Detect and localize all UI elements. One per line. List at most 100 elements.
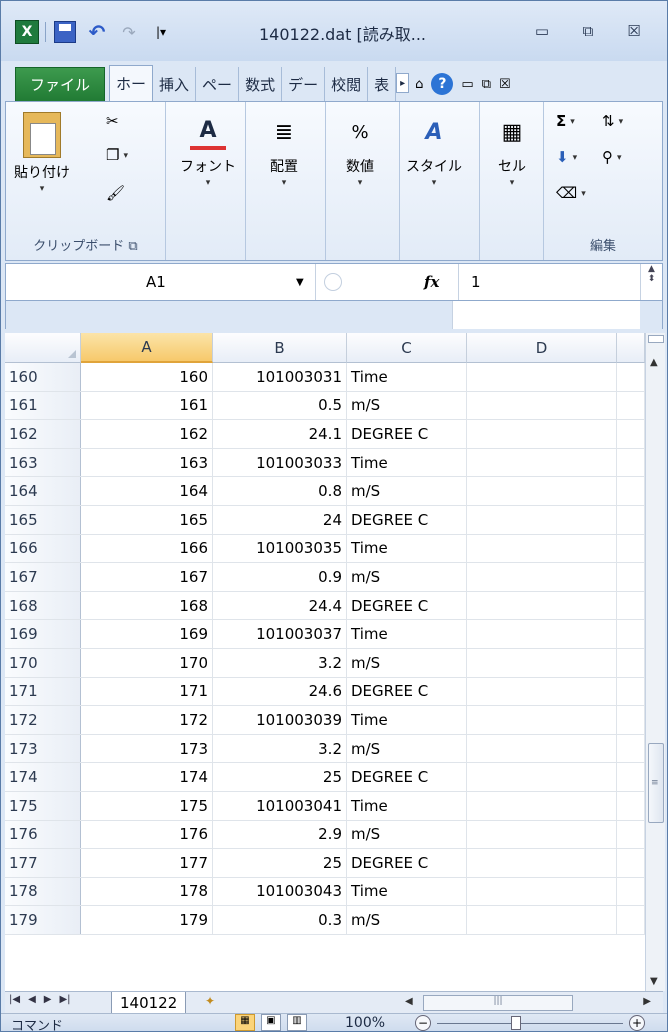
cell-b[interactable]: 2.9 bbox=[213, 820, 347, 849]
cell-e[interactable] bbox=[617, 420, 645, 448]
cell-c[interactable]: DEGREE C bbox=[347, 591, 467, 620]
row-header[interactable]: 163 bbox=[5, 448, 81, 477]
save-button[interactable] bbox=[52, 19, 78, 45]
zoom-out-icon[interactable]: − bbox=[415, 1015, 431, 1031]
cell-d[interactable] bbox=[467, 906, 617, 934]
cell-c[interactable]: DEGREE C bbox=[347, 505, 467, 534]
tabs-more-arrow-icon[interactable]: ▸ bbox=[396, 73, 410, 93]
cell-e[interactable] bbox=[617, 877, 645, 906]
row-header[interactable]: 160 bbox=[5, 363, 81, 391]
cell-e[interactable] bbox=[617, 791, 645, 820]
cell-c[interactable]: DEGREE C bbox=[347, 677, 467, 706]
cell-b[interactable]: 101003039 bbox=[213, 706, 347, 734]
cell-d[interactable] bbox=[467, 563, 617, 591]
cell-d[interactable] bbox=[467, 448, 617, 477]
cell-a[interactable]: 170 bbox=[81, 648, 213, 677]
cell-a[interactable]: 179 bbox=[81, 906, 213, 934]
cell-b[interactable]: 3.2 bbox=[213, 734, 347, 763]
tab-file[interactable]: ファイル bbox=[15, 67, 106, 101]
column-header-c[interactable]: C bbox=[347, 333, 467, 363]
cell-d[interactable] bbox=[467, 363, 617, 391]
row-header[interactable]: 162 bbox=[5, 420, 81, 448]
paste-dropdown-icon[interactable]: ▾ bbox=[40, 184, 45, 194]
cell-c[interactable]: m/S bbox=[347, 477, 467, 505]
tab-review[interactable]: 校閲 bbox=[325, 67, 369, 101]
cell-a[interactable]: 161 bbox=[81, 391, 213, 420]
name-box[interactable]: A1 ▼ bbox=[6, 264, 316, 300]
cell-c[interactable]: DEGREE C bbox=[347, 849, 467, 877]
cell-e[interactable] bbox=[617, 906, 645, 934]
ribbon-minimize-icon[interactable]: ▭ bbox=[461, 77, 473, 92]
cell-c[interactable]: m/S bbox=[347, 820, 467, 849]
row-header[interactable]: 179 bbox=[5, 906, 81, 934]
cell-c[interactable]: m/S bbox=[347, 648, 467, 677]
row-header[interactable]: 168 bbox=[5, 591, 81, 620]
formula-scroll-spin-icon[interactable]: ⬍ bbox=[648, 274, 656, 284]
split-box-icon[interactable] bbox=[648, 335, 664, 343]
formula-scroll-up-icon[interactable]: ▲ bbox=[648, 264, 655, 274]
tab-formulas[interactable]: 数式 bbox=[239, 67, 283, 101]
tab-data[interactable]: デー bbox=[282, 67, 326, 101]
name-box-dropdown-icon[interactable]: ▼ bbox=[296, 277, 304, 288]
zoom-knob[interactable] bbox=[511, 1016, 521, 1030]
vertical-scrollbar[interactable]: ▲ ≡ ▼ bbox=[645, 333, 665, 991]
cell-c[interactable]: DEGREE C bbox=[347, 420, 467, 448]
cell-d[interactable] bbox=[467, 534, 617, 563]
prev-sheet-icon[interactable]: ◀ bbox=[28, 994, 36, 1005]
row-header[interactable]: 175 bbox=[5, 791, 81, 820]
cell-d[interactable] bbox=[467, 706, 617, 734]
cell-d[interactable] bbox=[467, 791, 617, 820]
styles-button[interactable]: A スタイル ▾ bbox=[406, 114, 462, 189]
cell-a[interactable]: 163 bbox=[81, 448, 213, 477]
copy-button[interactable]: ❐ ▾ bbox=[106, 146, 128, 164]
cell-e[interactable] bbox=[617, 734, 645, 763]
tab-home[interactable]: ホー bbox=[109, 65, 154, 101]
cell-e[interactable] bbox=[617, 677, 645, 706]
zoom-level[interactable]: 100% bbox=[345, 1015, 385, 1031]
row-header[interactable]: 165 bbox=[5, 505, 81, 534]
cell-d[interactable] bbox=[467, 591, 617, 620]
cell-c[interactable]: DEGREE C bbox=[347, 763, 467, 791]
row-header[interactable]: 166 bbox=[5, 534, 81, 563]
cut-button[interactable]: ✂ bbox=[106, 112, 119, 130]
alignment-button[interactable]: ≣ 配置 ▾ bbox=[266, 114, 302, 189]
next-sheet-icon[interactable]: ▶ bbox=[44, 994, 52, 1005]
cell-b[interactable]: 101003031 bbox=[213, 363, 347, 391]
row-header[interactable]: 173 bbox=[5, 734, 81, 763]
cell-c[interactable]: m/S bbox=[347, 906, 467, 934]
tab-page-layout[interactable]: ペー bbox=[196, 67, 240, 101]
page-layout-view-icon[interactable]: ▣ bbox=[261, 1014, 281, 1031]
last-sheet-icon[interactable]: ▶| bbox=[59, 994, 70, 1005]
cell-a[interactable]: 162 bbox=[81, 420, 213, 448]
font-button[interactable]: A フォント ▾ bbox=[180, 114, 236, 189]
zoom-slider[interactable]: − + bbox=[415, 1015, 645, 1031]
cell-d[interactable] bbox=[467, 820, 617, 849]
cell-e[interactable] bbox=[617, 363, 645, 391]
customize-qat-button[interactable]: |▾ bbox=[148, 19, 174, 45]
cell-b[interactable]: 24.1 bbox=[213, 420, 347, 448]
insert-sheet-icon[interactable]: ✦ bbox=[205, 994, 231, 1012]
cell-a[interactable]: 174 bbox=[81, 763, 213, 791]
cell-d[interactable] bbox=[467, 877, 617, 906]
cell-b[interactable]: 101003037 bbox=[213, 620, 347, 648]
cell-c[interactable]: m/S bbox=[347, 391, 467, 420]
cell-e[interactable] bbox=[617, 505, 645, 534]
cell-b[interactable]: 24 bbox=[213, 505, 347, 534]
cell-a[interactable]: 160 bbox=[81, 363, 213, 391]
select-all-corner[interactable] bbox=[5, 333, 81, 363]
row-header[interactable]: 171 bbox=[5, 677, 81, 706]
formula-input[interactable]: 1 bbox=[458, 264, 640, 300]
cell-e[interactable] bbox=[617, 563, 645, 591]
cell-b[interactable]: 101003035 bbox=[213, 534, 347, 563]
cell-a[interactable]: 177 bbox=[81, 849, 213, 877]
cell-d[interactable] bbox=[467, 620, 617, 648]
fill-button[interactable]: ⬇ ▾ bbox=[556, 148, 577, 166]
cell-d[interactable] bbox=[467, 477, 617, 505]
sheet-tab-active[interactable]: 140122 bbox=[111, 992, 187, 1014]
cell-a[interactable]: 178 bbox=[81, 877, 213, 906]
cell-b[interactable]: 0.5 bbox=[213, 391, 347, 420]
ribbon-restore-icon[interactable]: ⧉ bbox=[482, 77, 491, 92]
cell-e[interactable] bbox=[617, 620, 645, 648]
cell-d[interactable] bbox=[467, 505, 617, 534]
cell-b[interactable]: 3.2 bbox=[213, 648, 347, 677]
